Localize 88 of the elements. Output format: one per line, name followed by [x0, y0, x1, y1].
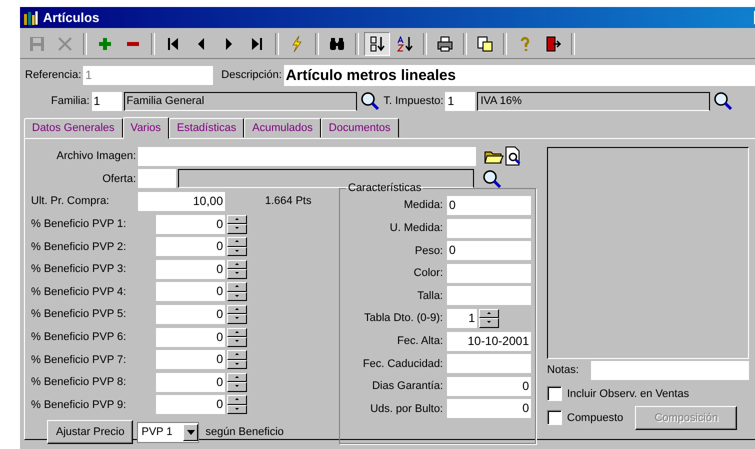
checkbox-label: Compuesto — [567, 412, 624, 424]
spin-button[interactable] — [227, 395, 247, 414]
profit-field[interactable]: 0 — [156, 328, 225, 347]
checkbox-label: Incluir Observ. en Ventas — [567, 388, 690, 400]
field-label: Medida: — [404, 199, 443, 212]
input-field[interactable]: 0 — [447, 376, 531, 396]
field-label: U. Medida: — [390, 222, 443, 234]
caret-icon — [186, 430, 195, 435]
field-label: % Beneficio PVP 8: — [30, 376, 128, 388]
tab[interactable]: Estadísticas — [168, 118, 244, 138]
input-field[interactable]: 0 — [447, 196, 531, 215]
tab[interactable]: Acumulados — [244, 118, 321, 138]
field-label: Tabla Dto. (0-9): — [364, 312, 443, 324]
field-label: según Beneficio — [205, 426, 284, 438]
profit-field[interactable]: 0 — [156, 237, 225, 256]
field-label: Referencia: — [25, 69, 82, 81]
input-field[interactable] — [447, 264, 531, 283]
spin-button[interactable] — [227, 237, 247, 256]
input-field[interactable] — [447, 286, 531, 306]
input-field[interactable]: 0 — [447, 399, 531, 418]
price-list-dropdown[interactable]: PVP 1 — [137, 422, 200, 443]
field-label: Fec. Alta: — [397, 335, 443, 348]
profit-field[interactable]: 0 — [156, 282, 225, 302]
spin-button[interactable] — [227, 328, 247, 347]
field-label: Dias Garantía: — [372, 380, 443, 392]
price-in-pesetas: 1.664 Pts — [265, 195, 312, 208]
profit-field[interactable]: 0 — [156, 214, 225, 234]
preview-icon[interactable] — [504, 146, 522, 166]
field-label: Peso: — [414, 244, 443, 257]
field-label: % Beneficio PVP 1: — [30, 218, 128, 230]
profit-field[interactable]: 0 — [156, 260, 225, 279]
input-field[interactable]: 10-10-2001 — [447, 332, 531, 351]
field-label: Fec. Caducidad: — [362, 358, 443, 370]
window-title: Artículos — [43, 10, 100, 25]
image-file-field[interactable] — [138, 146, 476, 166]
input-field[interactable] — [447, 218, 531, 238]
input-field[interactable]: 0 — [447, 241, 531, 260]
tab[interactable]: Varios — [122, 117, 169, 139]
field-label: Uds. por Bulto: — [370, 402, 443, 415]
field-label: % Beneficio PVP 3: — [30, 263, 128, 276]
profit-field[interactable]: 0 — [156, 304, 225, 324]
offer-code-field[interactable] — [138, 169, 176, 188]
group-title: Características — [347, 182, 422, 194]
search-icon[interactable] — [360, 91, 380, 111]
field-label: Notas: — [547, 364, 580, 376]
field-label: Descripción: — [221, 69, 282, 81]
adjust-price-button[interactable]: Ajustar Precio — [47, 420, 134, 444]
sort-numeric-icon[interactable] — [364, 32, 390, 56]
spin-button[interactable] — [227, 260, 247, 279]
last-price-field[interactable]: 10,00 — [138, 192, 225, 211]
spin-button[interactable] — [227, 214, 247, 234]
spin-button[interactable] — [227, 304, 247, 324]
family-name-field: Familia General — [124, 92, 357, 110]
field-label: % Beneficio PVP 9: — [30, 398, 128, 411]
field-label: Oferta: — [101, 172, 137, 185]
field-label: Talla: — [417, 290, 443, 302]
profit-field[interactable]: 0 — [156, 395, 225, 414]
tab[interactable]: Documentos — [320, 118, 399, 138]
profit-field[interactable]: 0 — [156, 350, 225, 370]
tax-code-field[interactable]: 1 — [445, 92, 476, 110]
profit-field[interactable]: 0 — [156, 372, 225, 392]
field-label: Familia: — [51, 95, 90, 107]
search-icon[interactable] — [713, 91, 734, 111]
tab[interactable]: Datos Generales — [24, 118, 123, 138]
spin-button[interactable] — [227, 282, 247, 302]
reference-field[interactable]: 1 — [83, 66, 214, 84]
search-icon[interactable] — [482, 168, 502, 189]
books-icon — [23, 10, 39, 26]
spin-button[interactable] — [479, 308, 499, 328]
checkbox[interactable]: Incluir Observ. en Ventas — [547, 386, 690, 402]
field-label: Archivo Imagen: — [56, 150, 137, 162]
field-label: % Beneficio PVP 4: — [30, 286, 128, 298]
description-field[interactable]: Artículo metros lineales — [284, 64, 755, 86]
field-label: Color: — [414, 267, 443, 280]
spin-button[interactable] — [227, 372, 247, 392]
field-label: % Beneficio PVP 5: — [30, 308, 128, 320]
spin-button[interactable] — [227, 350, 247, 370]
checkbox[interactable]: Compuesto — [547, 410, 624, 426]
field-label: % Beneficio PVP 6: — [30, 331, 128, 344]
field-label: % Beneficio PVP 7: — [30, 354, 128, 366]
tax-name-field: IVA 16% — [477, 92, 710, 110]
input-field[interactable] — [447, 354, 531, 374]
field-label: T. Impuesto: — [384, 95, 444, 107]
family-code-field[interactable]: 1 — [92, 92, 122, 110]
notes-field[interactable] — [591, 360, 749, 380]
field-label: % Beneficio PVP 2: — [30, 240, 128, 253]
discount-table-field[interactable]: 1 — [447, 308, 477, 328]
field-label: Ult. Pr. Compra: — [30, 195, 110, 208]
